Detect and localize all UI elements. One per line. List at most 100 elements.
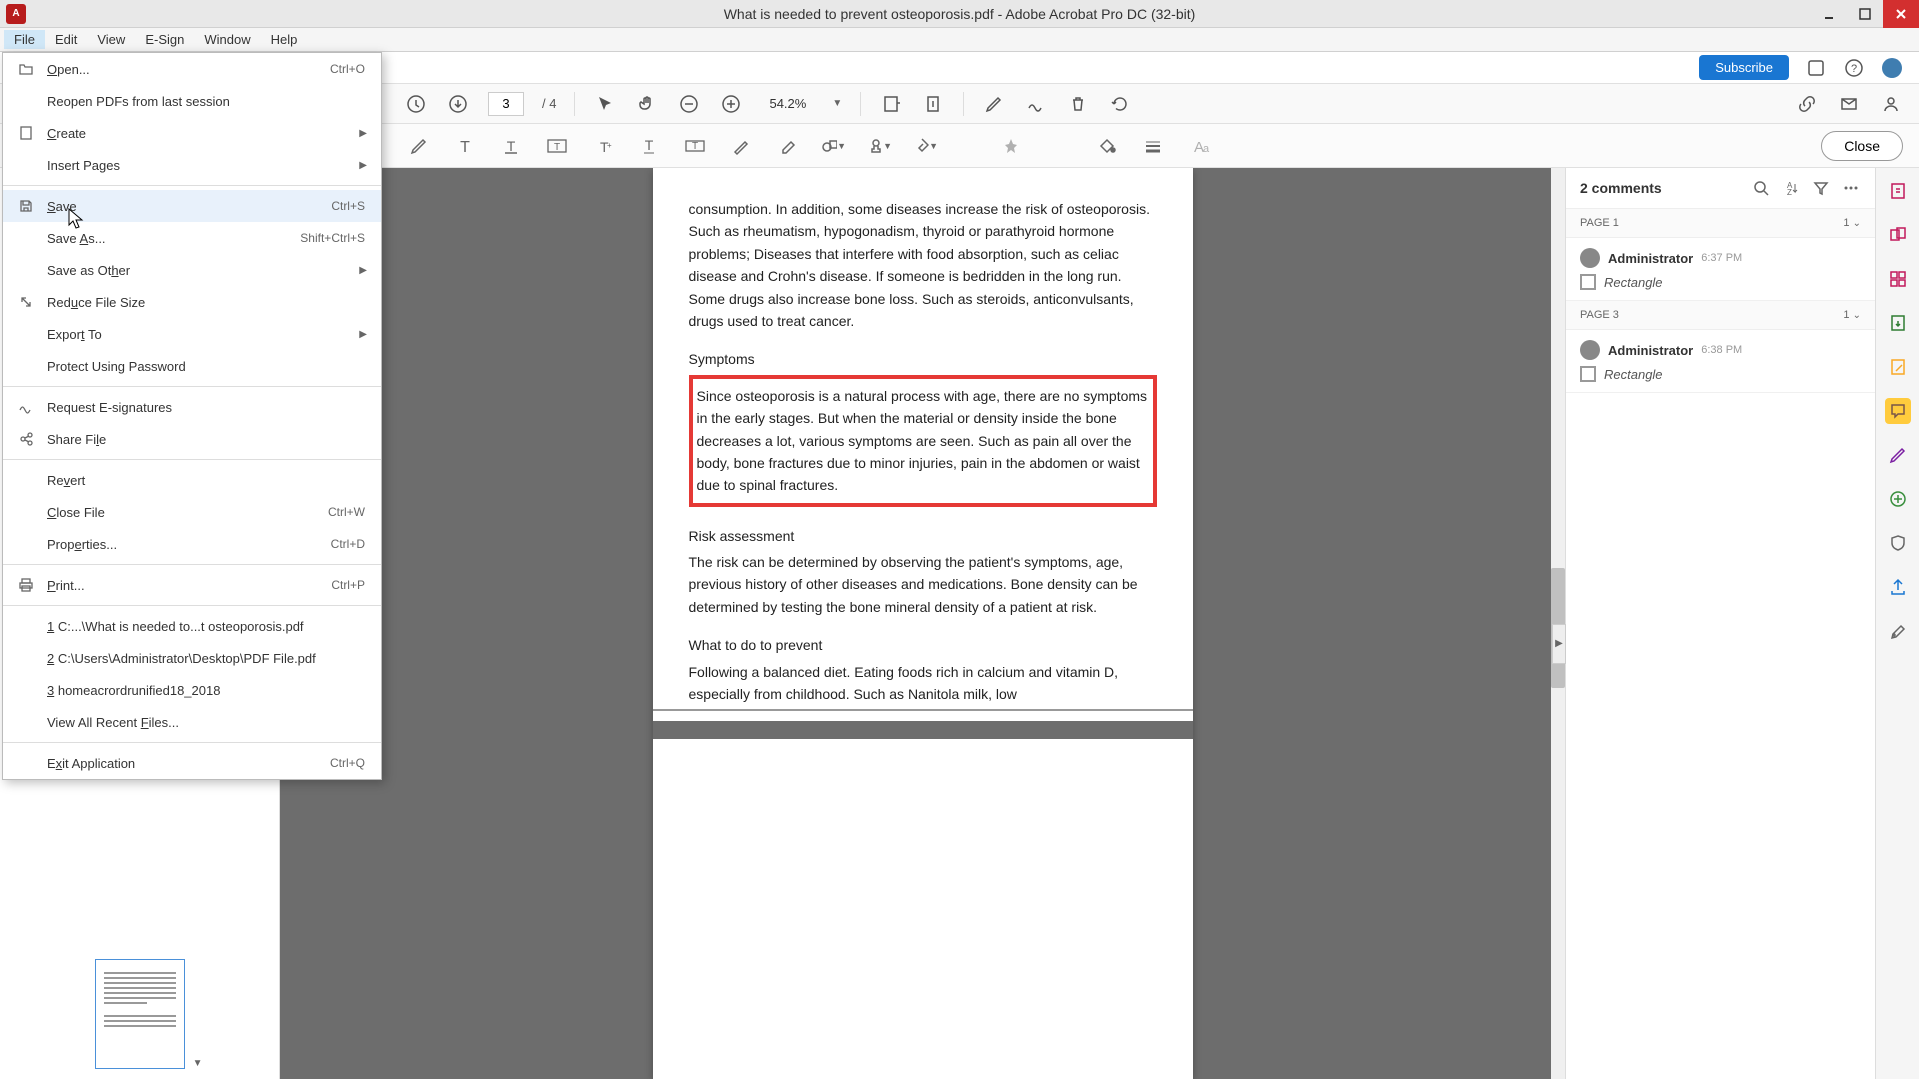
menu-protect-password[interactable]: Protect Using Password [3, 350, 381, 382]
search-comments-icon[interactable] [1751, 178, 1771, 198]
add-text-icon[interactable]: T [452, 133, 478, 159]
menu-print[interactable]: Print... Ctrl+P [3, 569, 381, 601]
menu-close-file[interactable]: Close File Ctrl+W [3, 496, 381, 528]
protect-icon[interactable] [1885, 530, 1911, 556]
titlebar: A What is needed to prevent osteoporosis… [0, 0, 1919, 28]
zoom-out-icon[interactable] [677, 92, 701, 116]
fill-color-icon[interactable] [1094, 133, 1120, 159]
line-thickness-icon[interactable] [1140, 133, 1166, 159]
page-total: / 4 [542, 96, 556, 111]
pencil-icon[interactable] [728, 133, 754, 159]
fit-page-icon[interactable] [921, 92, 945, 116]
filter-comments-icon[interactable] [1811, 178, 1831, 198]
create-pdf-icon[interactable] [1885, 178, 1911, 204]
menu-create[interactable]: Create ▶ [3, 117, 381, 149]
comment-page-header[interactable]: PAGE 1 1 ⌄ [1566, 209, 1875, 238]
fit-width-icon[interactable] [879, 92, 903, 116]
sort-comments-icon[interactable]: AZ [1781, 178, 1801, 198]
comment-tool-icon[interactable] [1885, 398, 1911, 424]
help-icon[interactable]: ? [1843, 57, 1865, 79]
text-callout-icon[interactable]: T [498, 133, 524, 159]
delete-icon[interactable] [1066, 92, 1090, 116]
zoom-level[interactable]: 54.2% [761, 94, 814, 113]
menu-insert-pages[interactable]: Insert Pages ▶ [3, 149, 381, 181]
menu-save-as-other[interactable]: Save as Other ▶ [3, 254, 381, 286]
close-window-button[interactable] [1883, 0, 1919, 28]
menu-recent-2[interactable]: 2 C:\Users\Administrator\Desktop\PDF Fil… [3, 642, 381, 674]
comment-item[interactable]: Administrator 6:38 PM Rectangle [1566, 330, 1875, 393]
menu-exit-application[interactable]: Exit Application Ctrl+Q [3, 747, 381, 779]
menu-view-all-recent[interactable]: View All Recent Files... [3, 706, 381, 738]
section-heading: Risk assessment [689, 525, 1157, 547]
menu-recent-3[interactable]: 3 homeacrordrunified18_2018 [3, 674, 381, 706]
account-icon[interactable] [1879, 92, 1903, 116]
rotate-icon[interactable] [1108, 92, 1132, 116]
text-field-icon[interactable]: T [682, 133, 708, 159]
export-pdf-icon[interactable] [1885, 310, 1911, 336]
attachment-icon[interactable]: ▼ [912, 133, 938, 159]
menu-edit[interactable]: Edit [45, 30, 87, 49]
annotate-icon[interactable] [982, 92, 1006, 116]
combine-files-icon[interactable] [1885, 222, 1911, 248]
text-style-icon[interactable]: Aa [1186, 133, 1212, 159]
save-icon[interactable] [404, 92, 428, 116]
more-tools-1-icon[interactable] [1885, 486, 1911, 512]
comments-title: 2 comments [1580, 180, 1741, 196]
text-annotation-icon[interactable]: T+ [590, 133, 616, 159]
rectangle-annotation[interactable]: Since osteoporosis is a natural process … [689, 375, 1157, 507]
menu-esign[interactable]: E-Sign [135, 30, 194, 49]
share-tool-icon[interactable] [1885, 574, 1911, 600]
email-icon[interactable] [1837, 92, 1861, 116]
menu-export-to[interactable]: Export To ▶ [3, 318, 381, 350]
sign-icon[interactable] [1024, 92, 1048, 116]
selection-tool-icon[interactable] [593, 92, 617, 116]
maximize-button[interactable] [1847, 0, 1883, 28]
stamp-icon[interactable]: ▼ [866, 133, 892, 159]
comment-author: Administrator [1608, 251, 1693, 266]
menu-save-as[interactable]: Save As... Shift+Ctrl+S [3, 222, 381, 254]
zoom-in-icon[interactable] [719, 92, 743, 116]
menu-open[interactable]: OOpen...pen... Ctrl+O [3, 53, 381, 85]
close-panel-button[interactable]: Close [1821, 131, 1903, 161]
download-icon[interactable] [446, 92, 470, 116]
app-icon: A [6, 4, 26, 24]
page-thumbnail[interactable] [95, 959, 185, 1069]
menu-reduce-file-size[interactable]: Reduce File Size [3, 286, 381, 318]
panel-collapse-handle[interactable]: ▶ [1552, 624, 1566, 664]
menu-properties[interactable]: Properties... Ctrl+D [3, 528, 381, 560]
shapes-icon[interactable]: ▼ [820, 133, 846, 159]
fill-sign-icon[interactable] [1885, 442, 1911, 468]
section-heading: What to do to prevent [689, 634, 1157, 656]
comment-type: Rectangle [1604, 275, 1663, 290]
edit-pdf-icon[interactable] [1885, 354, 1911, 380]
menu-view[interactable]: View [87, 30, 135, 49]
subscribe-button[interactable]: Subscribe [1699, 55, 1789, 80]
menu-recent-1[interactable]: 1 C:...\What is needed to...t osteoporos… [3, 610, 381, 642]
menu-save[interactable]: Save Ctrl+S [3, 190, 381, 222]
menu-file[interactable]: File [4, 30, 45, 49]
notifications-icon[interactable] [1805, 57, 1827, 79]
text-underline-icon[interactable]: T [636, 133, 662, 159]
eraser-icon[interactable] [774, 133, 800, 159]
hand-tool-icon[interactable] [635, 92, 659, 116]
menu-share-file[interactable]: Share File [3, 423, 381, 455]
organize-pages-icon[interactable] [1885, 266, 1911, 292]
minimize-button[interactable] [1811, 0, 1847, 28]
menu-revert[interactable]: Revert [3, 464, 381, 496]
page-number-input[interactable] [488, 92, 524, 116]
comment-page-header[interactable]: PAGE 3 1 ⌄ [1566, 301, 1875, 330]
text-box-icon[interactable]: T [544, 133, 570, 159]
edit-text-icon[interactable] [406, 133, 432, 159]
settings-tool-icon[interactable] [1885, 618, 1911, 644]
svg-text:T: T [460, 139, 470, 156]
menu-window[interactable]: Window [194, 30, 260, 49]
pin-icon[interactable] [998, 133, 1024, 159]
menu-request-esignatures[interactable]: Request E-signatures [3, 391, 381, 423]
menu-reopen-pdfs[interactable]: Reopen PDFs from last session [3, 85, 381, 117]
menu-help[interactable]: Help [261, 30, 308, 49]
document-viewport[interactable]: consumption. In addition, some diseases … [280, 168, 1565, 1079]
link-icon[interactable] [1795, 92, 1819, 116]
profile-icon[interactable] [1881, 57, 1903, 79]
more-options-icon[interactable] [1841, 178, 1861, 198]
comment-item[interactable]: Administrator 6:37 PM Rectangle [1566, 238, 1875, 301]
